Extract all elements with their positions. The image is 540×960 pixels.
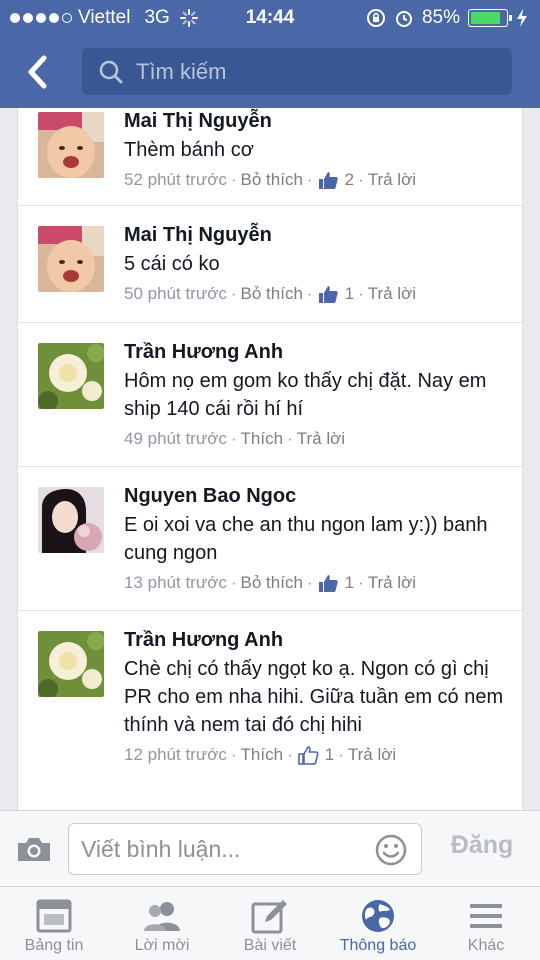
- avatar-baby[interactable]: [38, 112, 104, 178]
- unlike-button[interactable]: Bỏ thích: [241, 571, 303, 595]
- search-bar[interactable]: [82, 48, 512, 95]
- like-count[interactable]: 1: [345, 571, 354, 595]
- rotation-lock-icon: [366, 9, 385, 27]
- comment-time: 13 phút trước: [124, 573, 227, 592]
- news-feed-icon: [36, 899, 72, 933]
- comment-input[interactable]: [81, 824, 371, 874]
- unlike-button[interactable]: Bỏ thích: [241, 282, 303, 306]
- emoji-button[interactable]: [375, 834, 407, 871]
- charging-bolt-icon: [517, 9, 527, 27]
- tab-label: Lời mời: [134, 937, 190, 954]
- comment-list[interactable]: Mai Thị Nguyễn Thèm bánh cơ 52 phút trướ…: [17, 108, 523, 810]
- reply-button[interactable]: Trả lời: [368, 282, 416, 306]
- thumbs-up-icon: [318, 172, 338, 189]
- comment-text: Chè chị có thấy ngọt ko ạ. Ngon có gì ch…: [124, 658, 504, 736]
- commenter-name[interactable]: Nguyen Bao Ngoc: [124, 483, 514, 509]
- comment-item: Trần Hương Anh Hôm nọ em gom ko thấy chị…: [18, 323, 522, 467]
- battery-percent: 85%: [421, 7, 460, 28]
- comment-item: Nguyen Bao Ngoc E oi xoi va che an thu n…: [18, 467, 522, 611]
- smiley-icon: [375, 834, 407, 866]
- comment-item: Mai Thị Nguyễn 5 cái có ko 50 phút trước…: [18, 206, 522, 323]
- tab-compose[interactable]: Bài viết: [216, 887, 324, 960]
- tab-bar: Bảng tin Lời mời Bài viết Thông báo Khác: [0, 886, 540, 960]
- like-button[interactable]: Thích: [241, 743, 284, 767]
- thumbs-up-icon: [318, 286, 338, 303]
- tab-notifications[interactable]: Thông báo: [324, 887, 432, 960]
- avatar-girl[interactable]: [38, 487, 104, 553]
- tab-label: Khác: [467, 937, 505, 954]
- comment-text: Hôm nọ em gom ko thấy chị đặt. Nay em sh…: [124, 370, 487, 420]
- chevron-left-icon: [28, 55, 47, 89]
- compose-icon: [251, 900, 287, 934]
- camera-icon: [18, 838, 50, 861]
- tab-news-feed[interactable]: Bảng tin: [0, 887, 108, 960]
- comment-time: 50 phút trước: [124, 284, 227, 303]
- post-button[interactable]: Đăng: [440, 831, 524, 860]
- reply-button[interactable]: Trả lời: [368, 168, 416, 192]
- comment-composer: Đăng: [0, 810, 540, 886]
- menu-icon: [470, 904, 502, 928]
- search-icon: [99, 60, 123, 84]
- avatar-white-rose[interactable]: [38, 343, 104, 409]
- avatar-white-rose[interactable]: [38, 631, 104, 697]
- commenter-name[interactable]: Mai Thị Nguyễn: [124, 222, 514, 248]
- comment-time: 52 phút trước: [124, 170, 227, 189]
- globe-icon: [362, 900, 394, 932]
- tab-more[interactable]: Khác: [432, 887, 540, 960]
- like-button[interactable]: Thích: [241, 427, 284, 451]
- navigation-bar: [0, 36, 540, 108]
- commenter-name[interactable]: Mai Thị Nguyễn: [124, 108, 514, 134]
- thumbs-up-icon: [318, 575, 338, 592]
- reply-button[interactable]: Trả lời: [348, 743, 396, 767]
- friend-requests-icon: [144, 902, 180, 931]
- commenter-name[interactable]: Trần Hương Anh: [124, 339, 514, 365]
- status-bar: Viettel 3G 14:44 85%: [0, 0, 540, 36]
- tab-label: Thông báo: [339, 937, 417, 954]
- commenter-name[interactable]: Trần Hương Anh: [124, 627, 514, 653]
- avatar-baby[interactable]: [38, 226, 104, 292]
- comment-time: 49 phút trước: [124, 429, 227, 448]
- tab-label: Bài viết: [243, 937, 297, 954]
- alarm-icon: [395, 11, 412, 27]
- like-count[interactable]: 1: [325, 743, 334, 767]
- tab-label: Bảng tin: [24, 937, 84, 954]
- reply-button[interactable]: Trả lời: [368, 571, 416, 595]
- comment-time: 12 phút trước: [124, 745, 227, 764]
- thumbs-up-icon: [297, 746, 319, 765]
- like-count[interactable]: 2: [345, 168, 354, 192]
- tab-friend-requests[interactable]: Lời mời: [108, 887, 216, 960]
- back-button[interactable]: [20, 52, 56, 92]
- unlike-button[interactable]: Bỏ thích: [241, 168, 303, 192]
- battery-icon: [468, 9, 512, 27]
- reply-button[interactable]: Trả lời: [297, 427, 345, 451]
- camera-button[interactable]: [16, 835, 52, 868]
- comment-text: Thèm bánh cơ: [124, 139, 254, 161]
- search-input[interactable]: [136, 48, 496, 95]
- comment-text: 5 cái có ko: [124, 253, 220, 275]
- like-count[interactable]: 1: [345, 282, 354, 306]
- comment-field[interactable]: [68, 823, 422, 875]
- comment-item: Trần Hương Anh Chè chị có thấy ngọt ko ạ…: [18, 611, 522, 810]
- comment-item: Mai Thị Nguyễn Thèm bánh cơ 52 phút trướ…: [18, 108, 522, 206]
- comment-text: E oi xoi va che an thu ngon lam y:)) ban…: [124, 514, 488, 564]
